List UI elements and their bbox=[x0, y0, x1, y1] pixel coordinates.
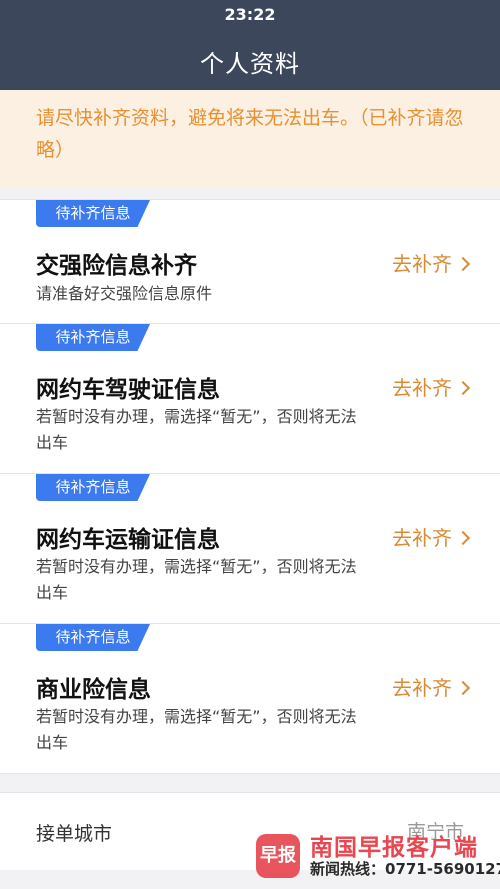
chevron-right-icon bbox=[455, 530, 471, 546]
complete-button[interactable]: 去补齐 bbox=[392, 672, 471, 701]
order-city-label: 接单城市 bbox=[36, 823, 113, 845]
complete-label: 去补齐 bbox=[392, 676, 452, 700]
card-title: 交强险信息补齐 bbox=[36, 253, 197, 279]
complete-label: 去补齐 bbox=[392, 252, 452, 276]
status-bar-time: 23:22 bbox=[224, 5, 276, 24]
card-description: 若暂时没有办理，需选择“暂无”，否则将无法出车 bbox=[36, 407, 357, 452]
card-description: 请准备好交强险信息原件 bbox=[36, 284, 213, 303]
pending-tag: 待补齐信息 bbox=[36, 474, 150, 501]
pending-tag: 待补齐信息 bbox=[36, 324, 150, 351]
card-title: 网约车运输证信息 bbox=[36, 527, 220, 553]
watermark-name: 南国早报客户端 bbox=[310, 835, 478, 861]
card-compulsory-insurance[interactable]: 待补齐信息 交强险信息补齐 请准备好交强险信息原件 去补齐 bbox=[0, 200, 500, 324]
newspaper-logo-icon: 早报 bbox=[256, 834, 300, 878]
page-title: 个人资料 bbox=[200, 50, 300, 78]
card-description: 若暂时没有办理，需选择“暂无”，否则将无法出车 bbox=[36, 707, 357, 752]
card-title: 商业险信息 bbox=[36, 677, 151, 703]
navigation-bar: 23:22 个人资料 bbox=[0, 0, 500, 90]
complete-label: 去补齐 bbox=[392, 526, 452, 550]
chevron-right-icon bbox=[455, 380, 471, 396]
card-description: 若暂时没有办理，需选择“暂无”，否则将无法出车 bbox=[36, 557, 357, 602]
card-transport-permit[interactable]: 待补齐信息 网约车运输证信息 若暂时没有办理，需选择“暂无”，否则将无法出车 去… bbox=[0, 474, 500, 624]
card-driver-license[interactable]: 待补齐信息 网约车驾驶证信息 若暂时没有办理，需选择“暂无”，否则将无法出车 去… bbox=[0, 324, 500, 474]
chevron-right-icon bbox=[455, 256, 471, 272]
pending-info-list: 待补齐信息 交强险信息补齐 请准备好交强险信息原件 去补齐 待补齐信息 网约车驾… bbox=[0, 199, 500, 774]
pending-tag: 待补齐信息 bbox=[36, 200, 150, 227]
complete-button[interactable]: 去补齐 bbox=[392, 522, 471, 551]
notice-banner: 请尽快补齐资料，避免将来无法出车。（已补齐请忽略） bbox=[0, 90, 500, 187]
card-title: 网约车驾驶证信息 bbox=[36, 377, 220, 403]
chevron-right-icon bbox=[455, 680, 471, 696]
complete-button[interactable]: 去补齐 bbox=[392, 372, 471, 401]
pending-tag: 待补齐信息 bbox=[36, 624, 150, 651]
complete-label: 去补齐 bbox=[392, 376, 452, 400]
watermark-hotline: 新闻热线：0771-5690127 bbox=[310, 860, 500, 878]
complete-button[interactable]: 去补齐 bbox=[392, 248, 471, 277]
card-commercial-insurance[interactable]: 待补齐信息 商业险信息 若暂时没有办理，需选择“暂无”，否则将无法出车 去补齐 bbox=[0, 624, 500, 774]
news-watermark: 早报 南国早报客户端 新闻热线：0771-5690127 bbox=[256, 826, 500, 882]
